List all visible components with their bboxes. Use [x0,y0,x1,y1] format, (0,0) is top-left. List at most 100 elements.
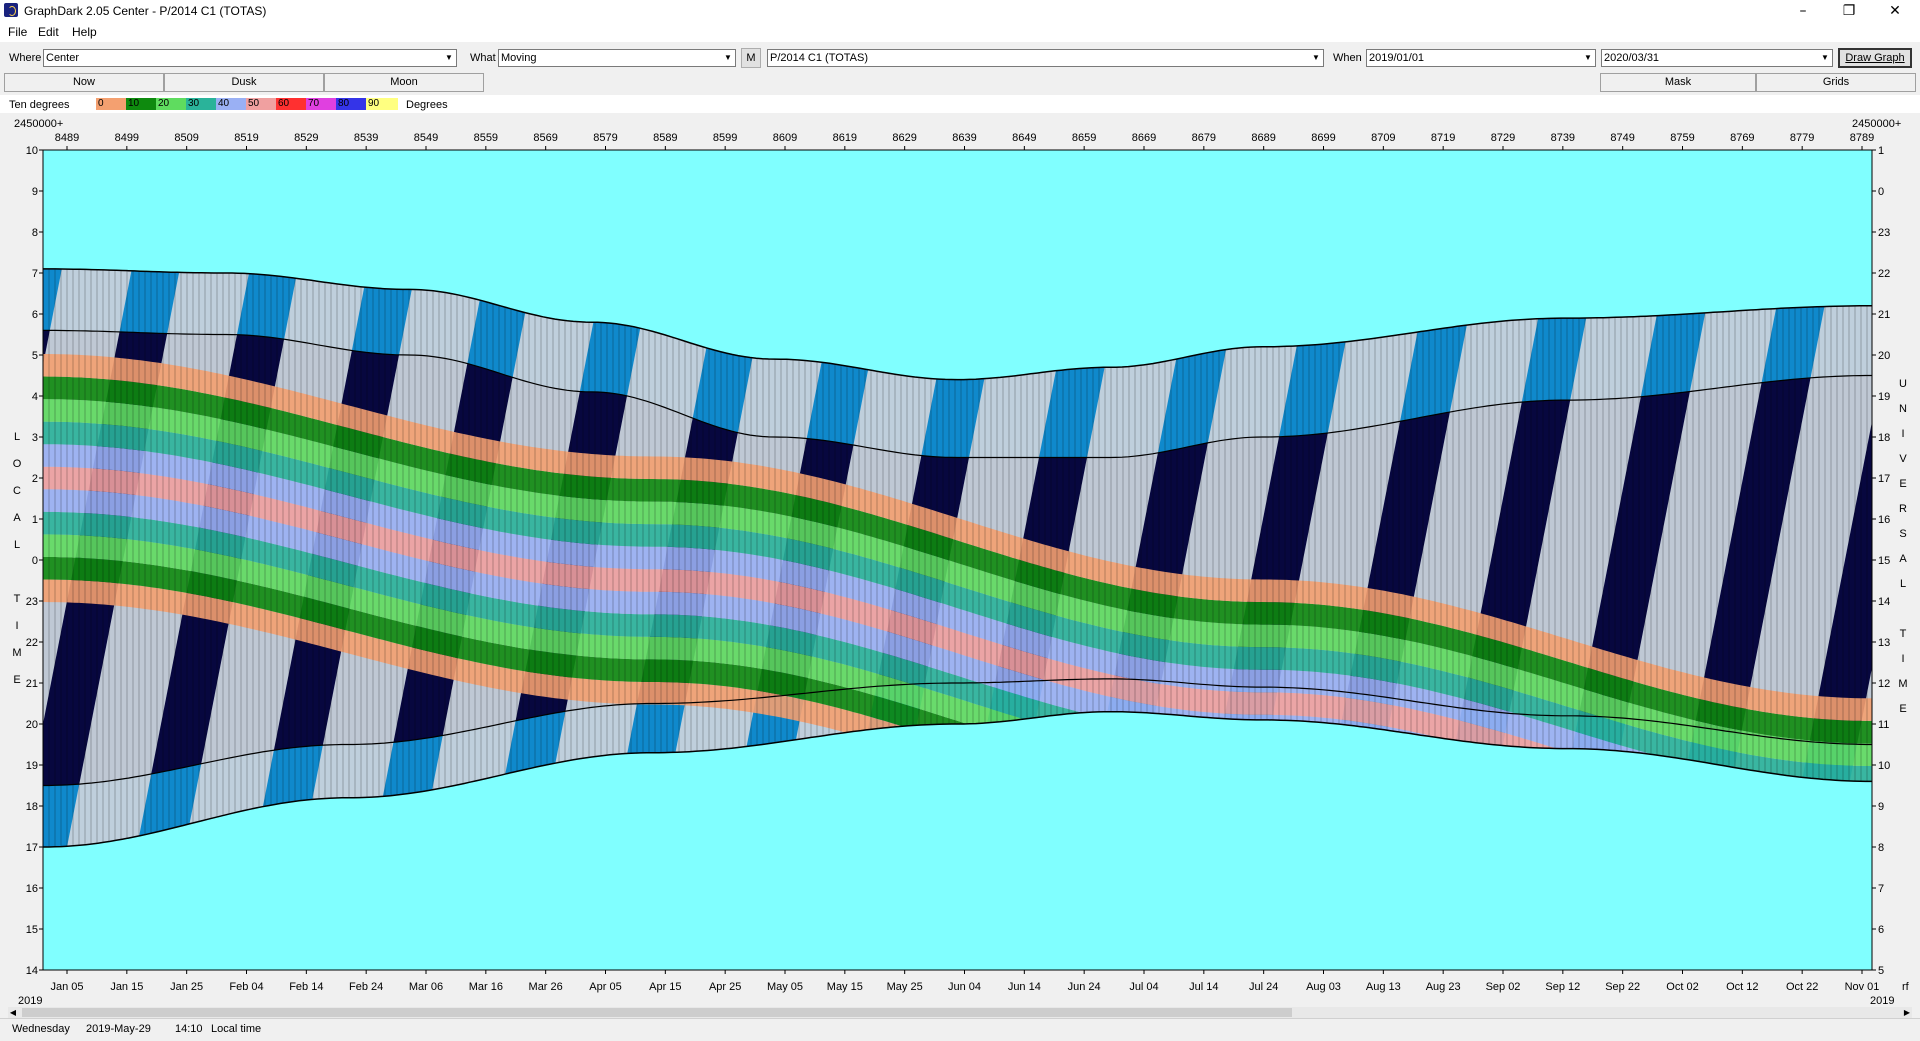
y-left-title-letter: L [14,539,20,551]
date-tick-label: Mar 26 [529,981,563,993]
legend-swatch: 50 [246,98,278,110]
date-tick-label: Jan 05 [50,981,83,993]
jd-tick-label: 8489 [55,132,79,144]
jd-tick-label: 8609 [773,132,797,144]
year-right-label: 2019 [1870,995,1894,1006]
date-tick-label: Aug 03 [1306,981,1341,993]
tab-now[interactable]: Now [4,73,164,92]
y-left-tick-label: 7 [32,268,38,280]
menu-help[interactable]: Help [72,25,97,39]
close-button[interactable]: ✕ [1872,0,1918,22]
status-day: Wednesday [12,1023,70,1035]
title-bar: GraphDark 2.05 Center - P/2014 C1 (TOTAS… [0,0,1920,22]
chevron-down-icon: ▼ [1581,50,1595,66]
jd-tick-label: 8759 [1670,132,1694,144]
chevron-down-icon: ▼ [1818,50,1832,66]
date-tick-label: Jul 04 [1129,981,1158,993]
jd-tick-label: 8509 [174,132,198,144]
chevron-down-icon: ▼ [442,50,456,66]
y-left-tick-label: 17 [26,842,38,854]
jd-tick-label: 8599 [713,132,737,144]
date-tick-label: Jul 24 [1249,981,1278,993]
dark-time-graph[interactable]: 2450000+ 2450000+8489 8499 8509 8519 8529 8539… [0,113,1920,1006]
app-moon-icon [4,3,18,17]
m-button[interactable]: M [741,48,761,68]
scroll-left-icon[interactable]: ◀ [8,1007,18,1018]
y-right-tick-label: 1 [1878,145,1884,157]
jd-tick-label: 8649 [1012,132,1036,144]
object-select[interactable]: P/2014 C1 (TOTAS) ▼ [767,49,1324,67]
maximize-button[interactable]: ❐ [1826,0,1872,22]
where-value: Center [46,52,80,64]
what-value: Moving [501,52,537,64]
y-left-tick-label: 16 [26,883,38,895]
date-tick-label: Aug 23 [1426,981,1461,993]
scroll-thumb[interactable] [22,1008,1292,1017]
date-tick-label: Sep 02 [1486,981,1521,993]
y-right-tick-label: 17 [1878,473,1890,485]
y-right-title-letter: A [1899,553,1907,565]
date-tick-label: May 25 [887,981,923,993]
object-value: P/2014 C1 (TOTAS) [770,52,869,64]
jd-tick-label: 8769 [1730,132,1754,144]
status-bar: Wednesday 2019-May-29 14:10 Local time [0,1018,1920,1041]
legend-swatch: 80 [336,98,368,110]
date-tick-label: Sep 12 [1545,981,1580,993]
y-right-tick-label: 19 [1878,391,1890,403]
jd-tick-label: 8499 [115,132,139,144]
jd-tick-label: 8689 [1251,132,1275,144]
y-left-title-letter: T [14,593,21,605]
jd-tick-label: 8729 [1491,132,1515,144]
what-select[interactable]: Moving ▼ [498,49,736,67]
y-right-tick-label: 11 [1878,719,1889,731]
y-right-title-letter: N [1899,403,1907,415]
where-label: Where [9,52,42,64]
y-right-tick-label: 22 [1878,268,1890,280]
y-right-title-letter: U [1899,378,1907,390]
y-left-title-letter: C [13,485,21,497]
y-right-tick-label: 12 [1878,678,1890,690]
legend-swatch: 40 [216,98,248,110]
y-right-tick-label: 20 [1878,350,1890,362]
menu-edit[interactable]: Edit [38,25,59,39]
legend-swatch-label: 80 [338,98,350,109]
y-left-title-letter: E [13,674,20,686]
legend-swatch-label: 30 [188,98,200,109]
where-select[interactable]: Center ▼ [43,49,457,67]
y-left-title-letter: I [15,620,18,632]
y-left-title-letter: A [13,512,21,524]
y-right-tick-label: 18 [1878,432,1890,444]
jd-tick-label: 8579 [593,132,617,144]
tab-grids[interactable]: Grids [1756,73,1916,92]
date-tick-label: Oct 22 [1786,981,1818,993]
date-tick-label: Jan 25 [170,981,203,993]
y-right-title-letter: E [1899,478,1906,490]
legend-swatch-label: 20 [158,98,170,109]
date-tick-label: Apr 15 [649,981,681,993]
y-right-title-letter: I [1901,428,1904,440]
menu-file[interactable]: File [8,25,27,39]
altitude-legend: Ten degrees 0 10 20 30 40 50 60 70 80 90 Degrees [0,95,1920,113]
y-left-tick-label: 6 [32,309,38,321]
legend-swatch: 70 [306,98,338,110]
y-left-tick-label: 20 [26,719,38,731]
jd-tick-label: 8749 [1610,132,1634,144]
draw-graph-button[interactable]: Draw Graph [1838,48,1912,68]
jd-tick-label: 8519 [234,132,258,144]
date-tick-label: Mar 06 [409,981,443,993]
minimize-button[interactable]: – [1780,0,1826,22]
tab-mask[interactable]: Mask [1600,73,1756,92]
legend-swatch: 30 [186,98,218,110]
legend-swatch-label: 10 [128,98,140,109]
date-tick-label: Jun 04 [948,981,981,993]
legend-unit: Degrees [406,99,448,111]
scroll-right-icon[interactable]: ▶ [1902,1007,1912,1018]
tab-moon[interactable]: Moon [324,73,484,92]
start-date-select[interactable]: 2019/01/01 ▼ [1366,49,1596,67]
mode-tabs: Now Dusk Moon Mask Grids [0,73,1920,93]
tab-dusk[interactable]: Dusk [164,73,324,92]
horizontal-scrollbar[interactable]: ◀ ▶ [8,1007,1912,1018]
end-date-select[interactable]: 2020/03/31 ▼ [1601,49,1833,67]
date-tick-label: Feb 14 [289,981,323,993]
y-left-tick-label: 19 [26,760,38,772]
